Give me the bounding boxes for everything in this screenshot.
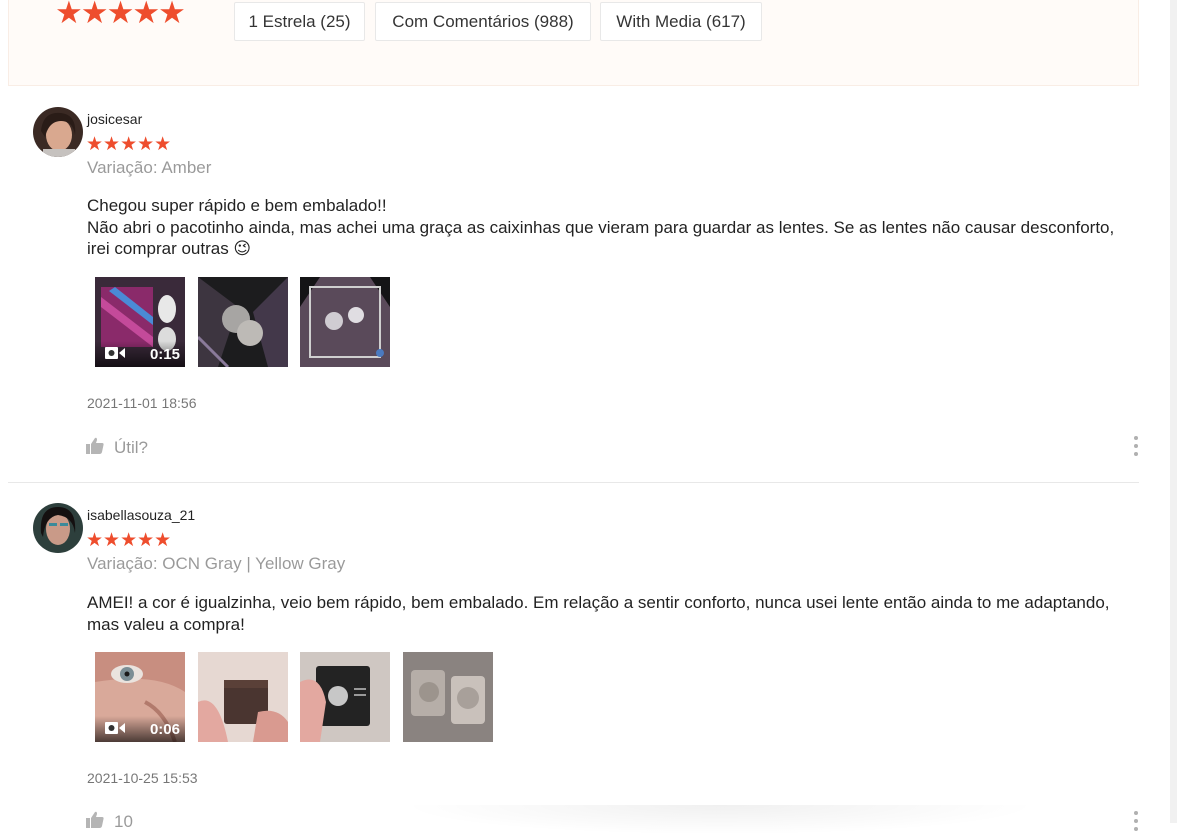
review-timestamp: 2021-11-01 18:56 bbox=[87, 395, 197, 411]
helpful-count: 10 bbox=[114, 812, 133, 831]
review-stars: ★★★★★ bbox=[86, 133, 172, 155]
review-comment-line: Chegou super rápido e bem embalado!! bbox=[87, 196, 387, 215]
avatar[interactable] bbox=[33, 503, 83, 553]
review-stars: ★★★★★ bbox=[86, 529, 172, 551]
thumbs-up-icon bbox=[86, 811, 104, 833]
rating-summary-panel: ★★★★★ 1 Estrela (25) Com Comentários (98… bbox=[8, 0, 1139, 86]
filter-1-star-button[interactable]: 1 Estrela (25) bbox=[234, 2, 365, 41]
review-image-thumbnail[interactable] bbox=[198, 277, 288, 367]
review-video-thumbnail[interactable]: 0:06 bbox=[95, 652, 185, 742]
filter-with-media-button[interactable]: With Media (617) bbox=[600, 2, 762, 41]
more-options-icon[interactable] bbox=[1131, 436, 1141, 458]
review-video-thumbnail[interactable]: 0:15 bbox=[95, 277, 185, 367]
review-comment-line: Não abri o pacotinho ainda, mas achei um… bbox=[87, 217, 1115, 259]
video-duration-bar: 0:06 bbox=[95, 716, 185, 742]
review-variation: Variação: OCN Gray | Yellow Gray bbox=[87, 554, 346, 573]
thumbs-up-icon bbox=[86, 437, 104, 459]
avatar[interactable] bbox=[33, 107, 83, 157]
review-divider bbox=[8, 482, 1139, 483]
helpful-label: Útil? bbox=[114, 438, 149, 457]
video-duration-bar: 0:15 bbox=[95, 341, 185, 367]
more-options-icon[interactable] bbox=[1131, 811, 1141, 833]
video-camera-icon bbox=[105, 721, 125, 738]
review-image-thumbnail[interactable] bbox=[198, 652, 288, 742]
review-variation: Variação: Amber bbox=[87, 158, 212, 177]
video-duration: 0:15 bbox=[149, 345, 180, 363]
video-camera-icon bbox=[105, 346, 125, 363]
review-image-thumbnail[interactable] bbox=[403, 652, 493, 742]
overall-rating-stars: ★★★★★ bbox=[55, 0, 186, 31]
floating-bar-shadow bbox=[400, 805, 1040, 835]
helpful-button[interactable]: 10 bbox=[86, 811, 133, 833]
review-image-thumbnail[interactable] bbox=[300, 652, 390, 742]
filter-with-comments-button[interactable]: Com Comentários (988) bbox=[375, 2, 591, 41]
review-username[interactable]: isabellasouza_21 bbox=[87, 507, 195, 523]
review-username[interactable]: josicesar bbox=[87, 111, 142, 127]
review-comment-line: AMEI! a cor é igualzinha, veio bem rápid… bbox=[87, 593, 1110, 634]
review-timestamp: 2021-10-25 15:53 bbox=[87, 770, 198, 786]
scrollbar[interactable] bbox=[1170, 0, 1177, 823]
review-comment: AMEI! a cor é igualzinha, veio bem rápid… bbox=[87, 592, 1137, 635]
video-duration: 0:06 bbox=[149, 720, 180, 738]
helpful-button[interactable]: Útil? bbox=[86, 437, 148, 459]
review-comment: Chegou super rápido e bem embalado!! Não… bbox=[87, 195, 1137, 260]
review-image-thumbnail[interactable] bbox=[300, 277, 390, 367]
